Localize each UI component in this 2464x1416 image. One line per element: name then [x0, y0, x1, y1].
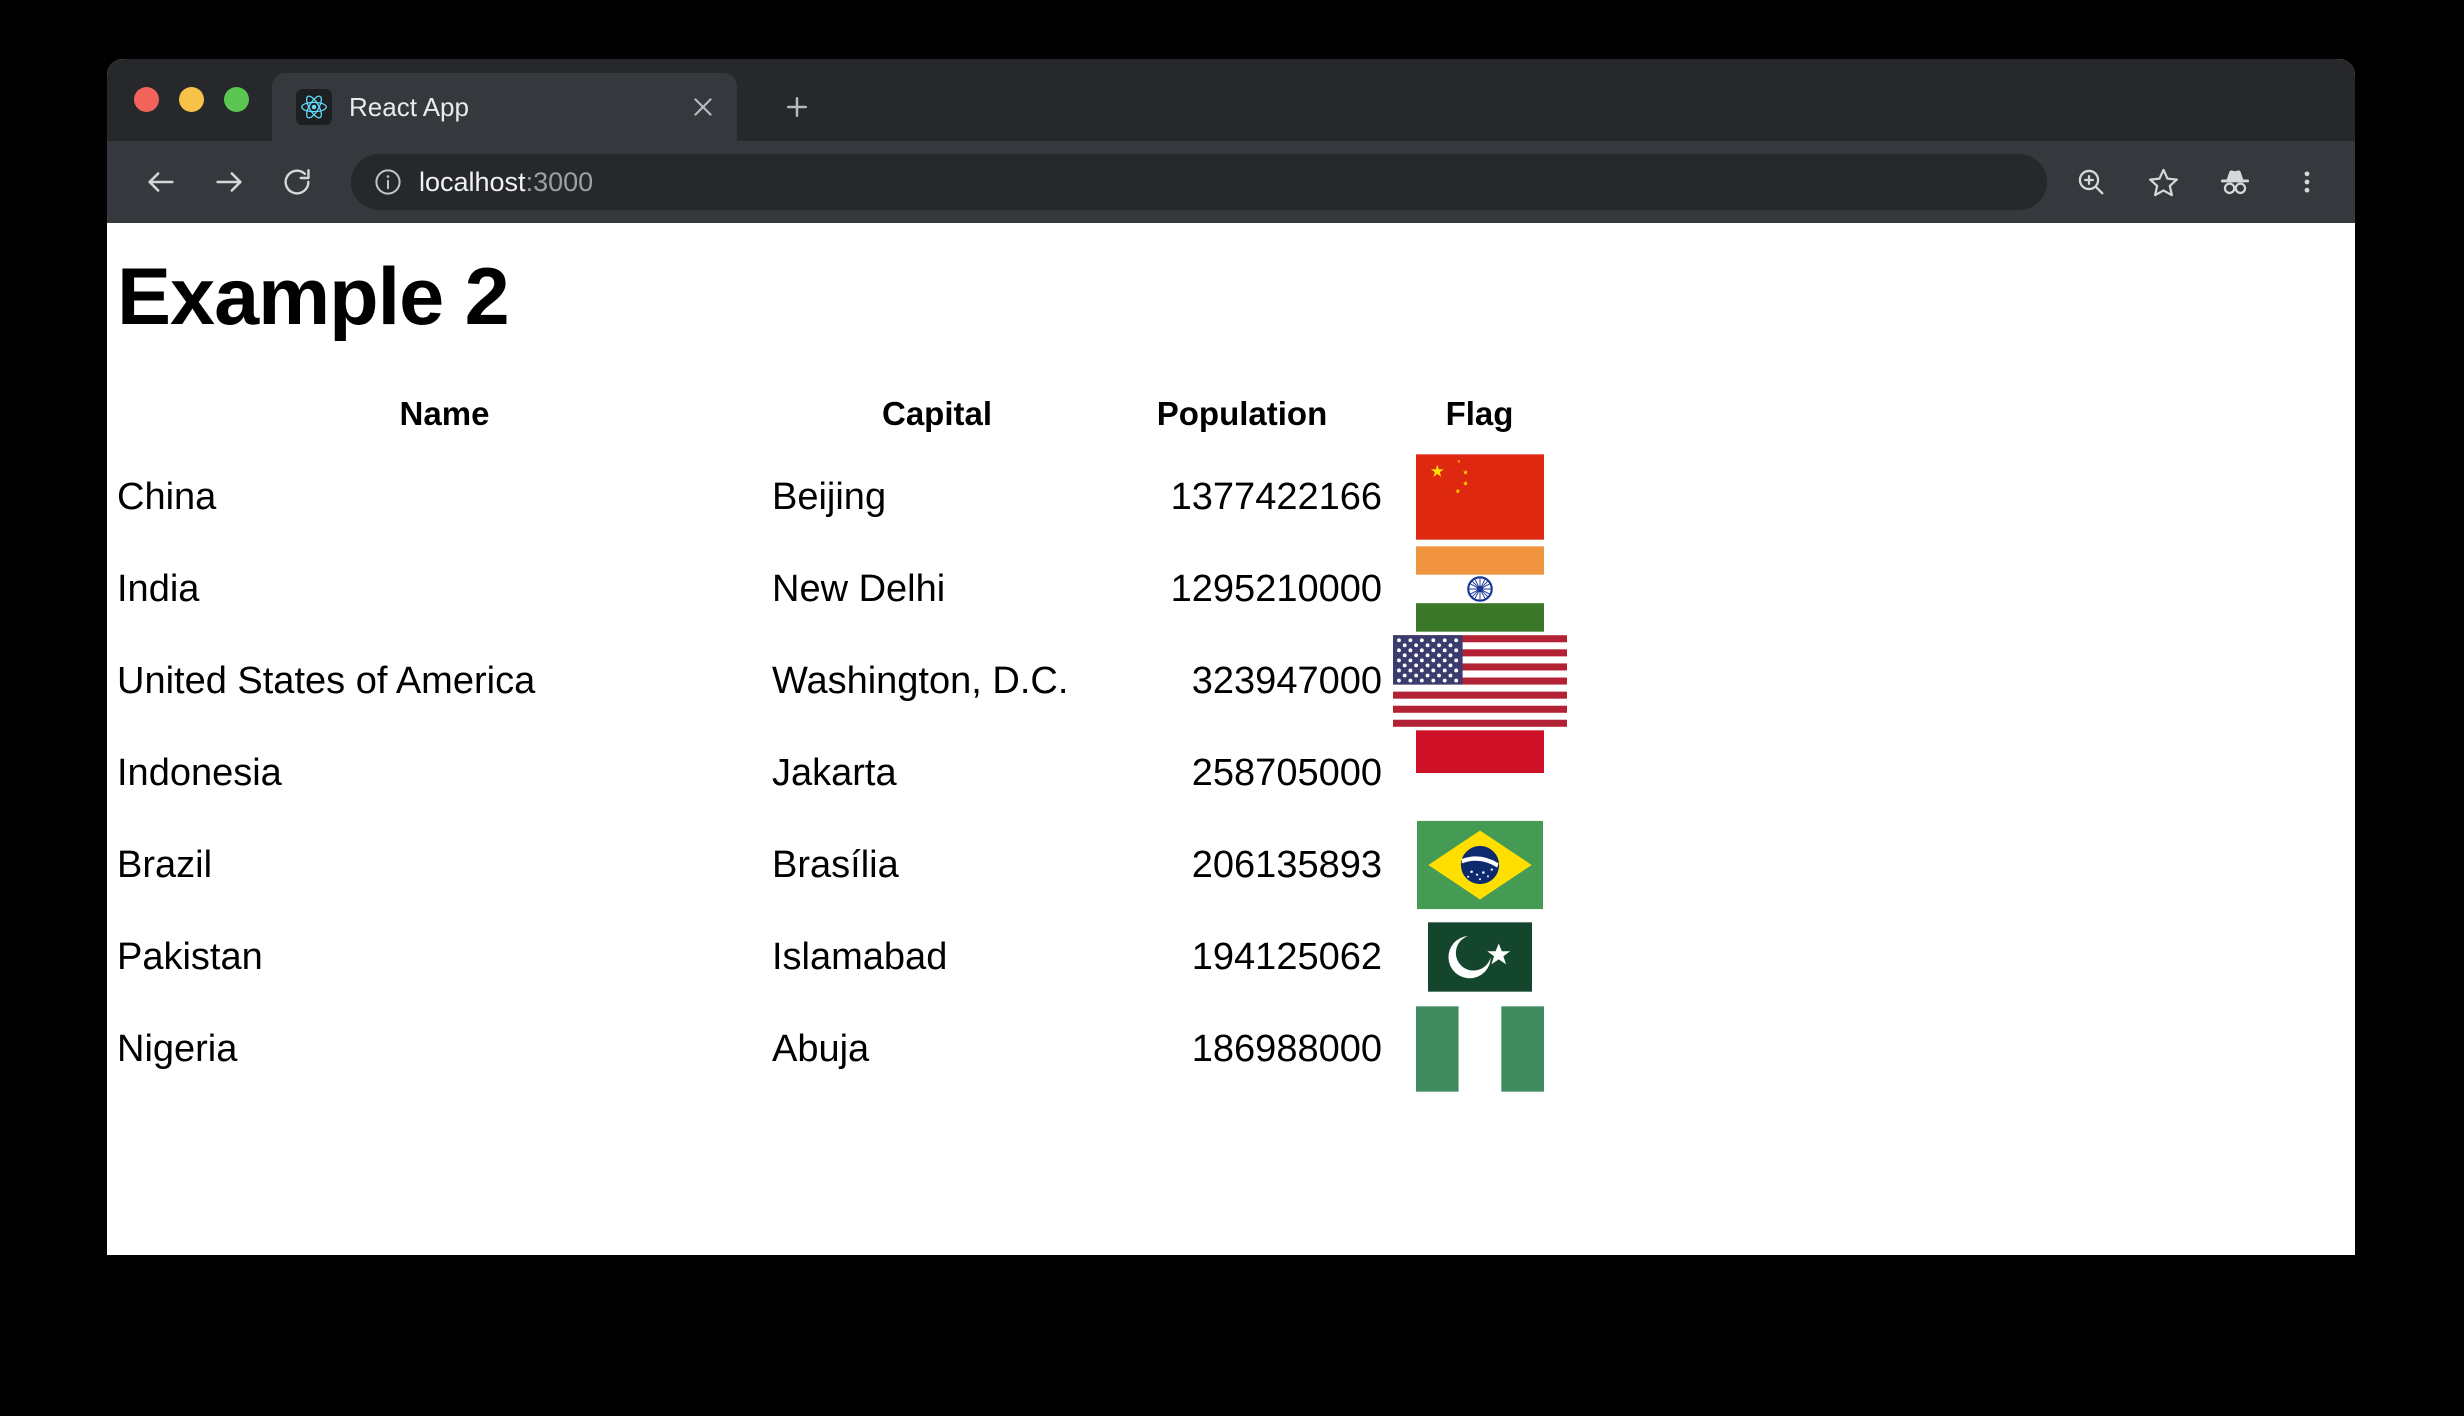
- cell-flag: [1382, 819, 1577, 911]
- cell-capital: Jakarta: [772, 751, 897, 794]
- column-header-population: Population: [1156, 395, 1328, 432]
- flag-indonesia-icon: [1415, 730, 1544, 816]
- column-header-flag: Flag: [1445, 395, 1514, 432]
- arrow-left-icon[interactable]: [133, 154, 189, 210]
- cell-population: 194125062: [1191, 935, 1382, 978]
- cell-capital: Washington, D.C.: [772, 659, 1069, 702]
- column-header-capital: Capital: [881, 395, 993, 432]
- incognito-icon[interactable]: [2207, 154, 2263, 210]
- table-row: Brazil Brasília 206135893: [117, 819, 1577, 911]
- maximize-window-button[interactable]: [224, 87, 249, 112]
- tab-strip: React App: [107, 59, 2355, 141]
- cell-population: 1295210000: [1170, 567, 1382, 610]
- column-header-name: Name: [399, 395, 490, 432]
- url-port: :3000: [525, 166, 594, 197]
- react-logo-icon: [296, 89, 332, 125]
- cell-flag: [1382, 635, 1577, 727]
- table-header: Name Capital Population Flag: [117, 395, 1577, 451]
- cell-capital: Islamabad: [772, 935, 948, 978]
- cell-flag: [1382, 1003, 1577, 1095]
- page-viewport: Example 2 Name Capital Population Flag C…: [107, 223, 2355, 1255]
- cell-country-name: Brazil: [117, 843, 213, 886]
- table-row: India New Delhi 1295210000: [117, 543, 1577, 635]
- flag-pakistan-icon: [1427, 922, 1532, 992]
- table-row: China Beijing 1377422166: [117, 451, 1577, 543]
- table-row: Indonesia Jakarta 258705000: [117, 727, 1577, 819]
- cell-country-name: India: [117, 567, 200, 610]
- cell-country-name: China: [117, 475, 217, 518]
- three-dots-vertical-icon[interactable]: [2279, 154, 2335, 210]
- browser-tab-react-app[interactable]: React App: [272, 73, 737, 141]
- cell-flag: [1382, 911, 1577, 1003]
- plus-icon[interactable]: [772, 82, 822, 132]
- cell-population: 323947000: [1191, 659, 1382, 702]
- flag-india-icon: [1415, 546, 1544, 632]
- zoom-in-icon[interactable]: [2063, 154, 2119, 210]
- window-controls: [134, 87, 249, 112]
- toolbar-actions: [2047, 154, 2335, 210]
- cell-country-name: Indonesia: [117, 751, 282, 794]
- cell-flag: [1382, 451, 1577, 543]
- cell-capital: New Delhi: [772, 567, 946, 610]
- address-bar-url: localhost:3000: [419, 167, 593, 198]
- arrow-right-icon[interactable]: [201, 154, 257, 210]
- cell-population: 1377422166: [1170, 475, 1382, 518]
- url-host: localhost: [419, 166, 526, 197]
- cell-capital: Brasília: [772, 843, 899, 886]
- cell-capital: Abuja: [772, 1027, 870, 1070]
- countries-table: Name Capital Population Flag China Beiji…: [117, 395, 1577, 1095]
- page-title: Example 2: [117, 252, 510, 342]
- cell-country-name: United States of America: [117, 659, 536, 702]
- cell-flag: [1382, 543, 1577, 635]
- flag-usa-icon: [1392, 635, 1567, 727]
- flag-brazil-icon: [1416, 820, 1543, 910]
- minimize-window-button[interactable]: [179, 87, 204, 112]
- cell-country-name: Nigeria: [117, 1027, 238, 1070]
- table-header-row: Name Capital Population Flag: [117, 395, 1577, 451]
- tab-title: React App: [349, 91, 469, 122]
- cell-population: 206135893: [1191, 843, 1382, 886]
- flag-china-icon: [1415, 454, 1544, 540]
- close-icon[interactable]: [681, 85, 725, 129]
- table-row: United States of America Washington, D.C…: [117, 635, 1577, 727]
- cell-capital: Beijing: [772, 475, 887, 518]
- info-circle-icon[interactable]: [373, 167, 403, 197]
- table-body: China Beijing 1377422166 India New Delhi…: [117, 451, 1577, 1095]
- browser-window: React App localhost:3000 Example 2 Name …: [107, 59, 2355, 1255]
- close-window-button[interactable]: [134, 87, 159, 112]
- cell-population: 186988000: [1191, 1027, 1382, 1070]
- star-icon[interactable]: [2135, 154, 2191, 210]
- cell-flag: [1382, 727, 1577, 819]
- table-row: Pakistan Islamabad 194125062: [117, 911, 1577, 1003]
- reload-icon[interactable]: [269, 154, 325, 210]
- address-bar[interactable]: localhost:3000: [351, 154, 2047, 210]
- cell-population: 258705000: [1191, 751, 1382, 794]
- table-row: Nigeria Abuja 186988000: [117, 1003, 1577, 1095]
- cell-country-name: Pakistan: [117, 935, 263, 978]
- flag-nigeria-icon: [1415, 1006, 1544, 1092]
- browser-toolbar: localhost:3000: [107, 141, 2355, 223]
